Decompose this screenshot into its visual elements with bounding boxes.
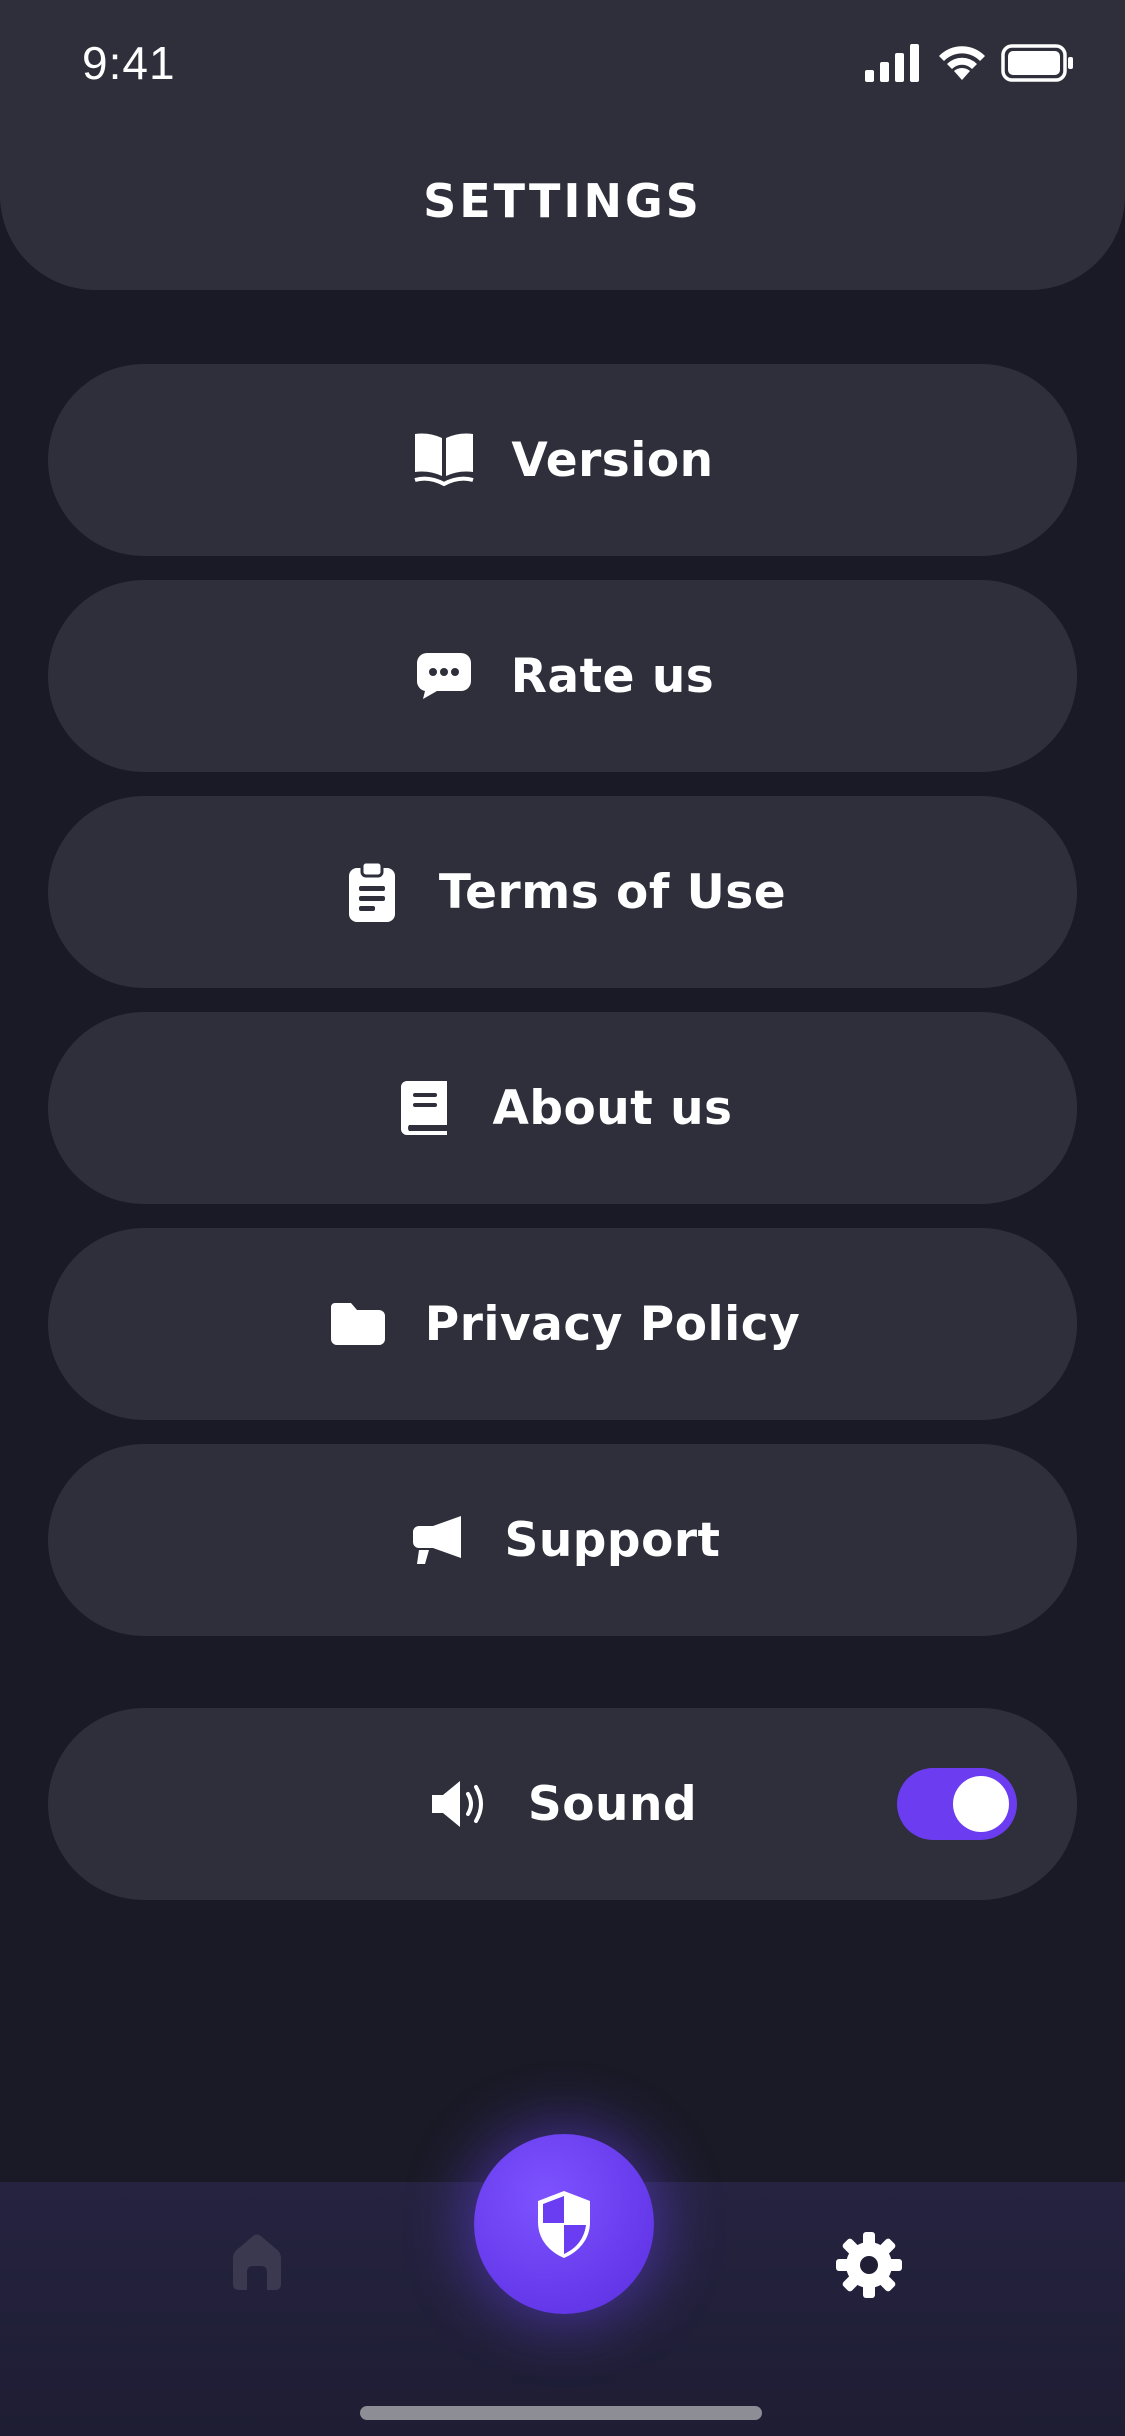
- tab-settings[interactable]: [834, 2230, 904, 2300]
- battery-icon: [1001, 44, 1073, 82]
- version-button[interactable]: Version: [48, 364, 1077, 556]
- wifi-icon: [939, 46, 985, 80]
- shield-icon: [538, 2191, 590, 2258]
- megaphone-icon: [404, 1507, 470, 1573]
- support-button[interactable]: Support: [48, 1444, 1077, 1636]
- sound-row: Sound: [48, 1708, 1077, 1900]
- support-label: Support: [504, 1512, 721, 1568]
- privacy-policy-button[interactable]: Privacy Policy: [48, 1228, 1077, 1420]
- home-indicator: [360, 2406, 762, 2420]
- about-us-button[interactable]: About us: [48, 1012, 1077, 1204]
- rate-us-button[interactable]: Rate us: [48, 580, 1077, 772]
- privacy-policy-label: Privacy Policy: [424, 1296, 801, 1352]
- about-us-label: About us: [492, 1080, 733, 1136]
- terms-of-use-label: Terms of Use: [438, 864, 787, 920]
- rate-us-label: Rate us: [510, 648, 715, 704]
- cellular-signal-icon: [865, 44, 919, 82]
- folder-icon: [325, 1291, 391, 1357]
- book-open-icon: [411, 427, 477, 493]
- terms-of-use-button[interactable]: Terms of Use: [48, 796, 1077, 988]
- version-label: Version: [511, 432, 714, 488]
- gear-icon: [836, 2232, 902, 2298]
- home-icon: [233, 2234, 281, 2290]
- sound-toggle[interactable]: [897, 1768, 1017, 1840]
- status-icons: [865, 44, 1075, 86]
- shield-fab-button[interactable]: [474, 2134, 654, 2314]
- tab-home[interactable]: [225, 2230, 289, 2294]
- header: 9:41 SETTINGS: [0, 0, 1125, 290]
- clipboard-icon: [339, 859, 405, 925]
- sound-toggle-knob: [953, 1776, 1009, 1832]
- speaker-icon: [428, 1771, 494, 1837]
- sound-label: Sound: [527, 1776, 698, 1832]
- status-time: 9:41: [82, 37, 176, 89]
- book-icon: [392, 1075, 458, 1141]
- page-title: SETTINGS: [423, 174, 702, 228]
- chat-bubble-icon: [411, 643, 477, 709]
